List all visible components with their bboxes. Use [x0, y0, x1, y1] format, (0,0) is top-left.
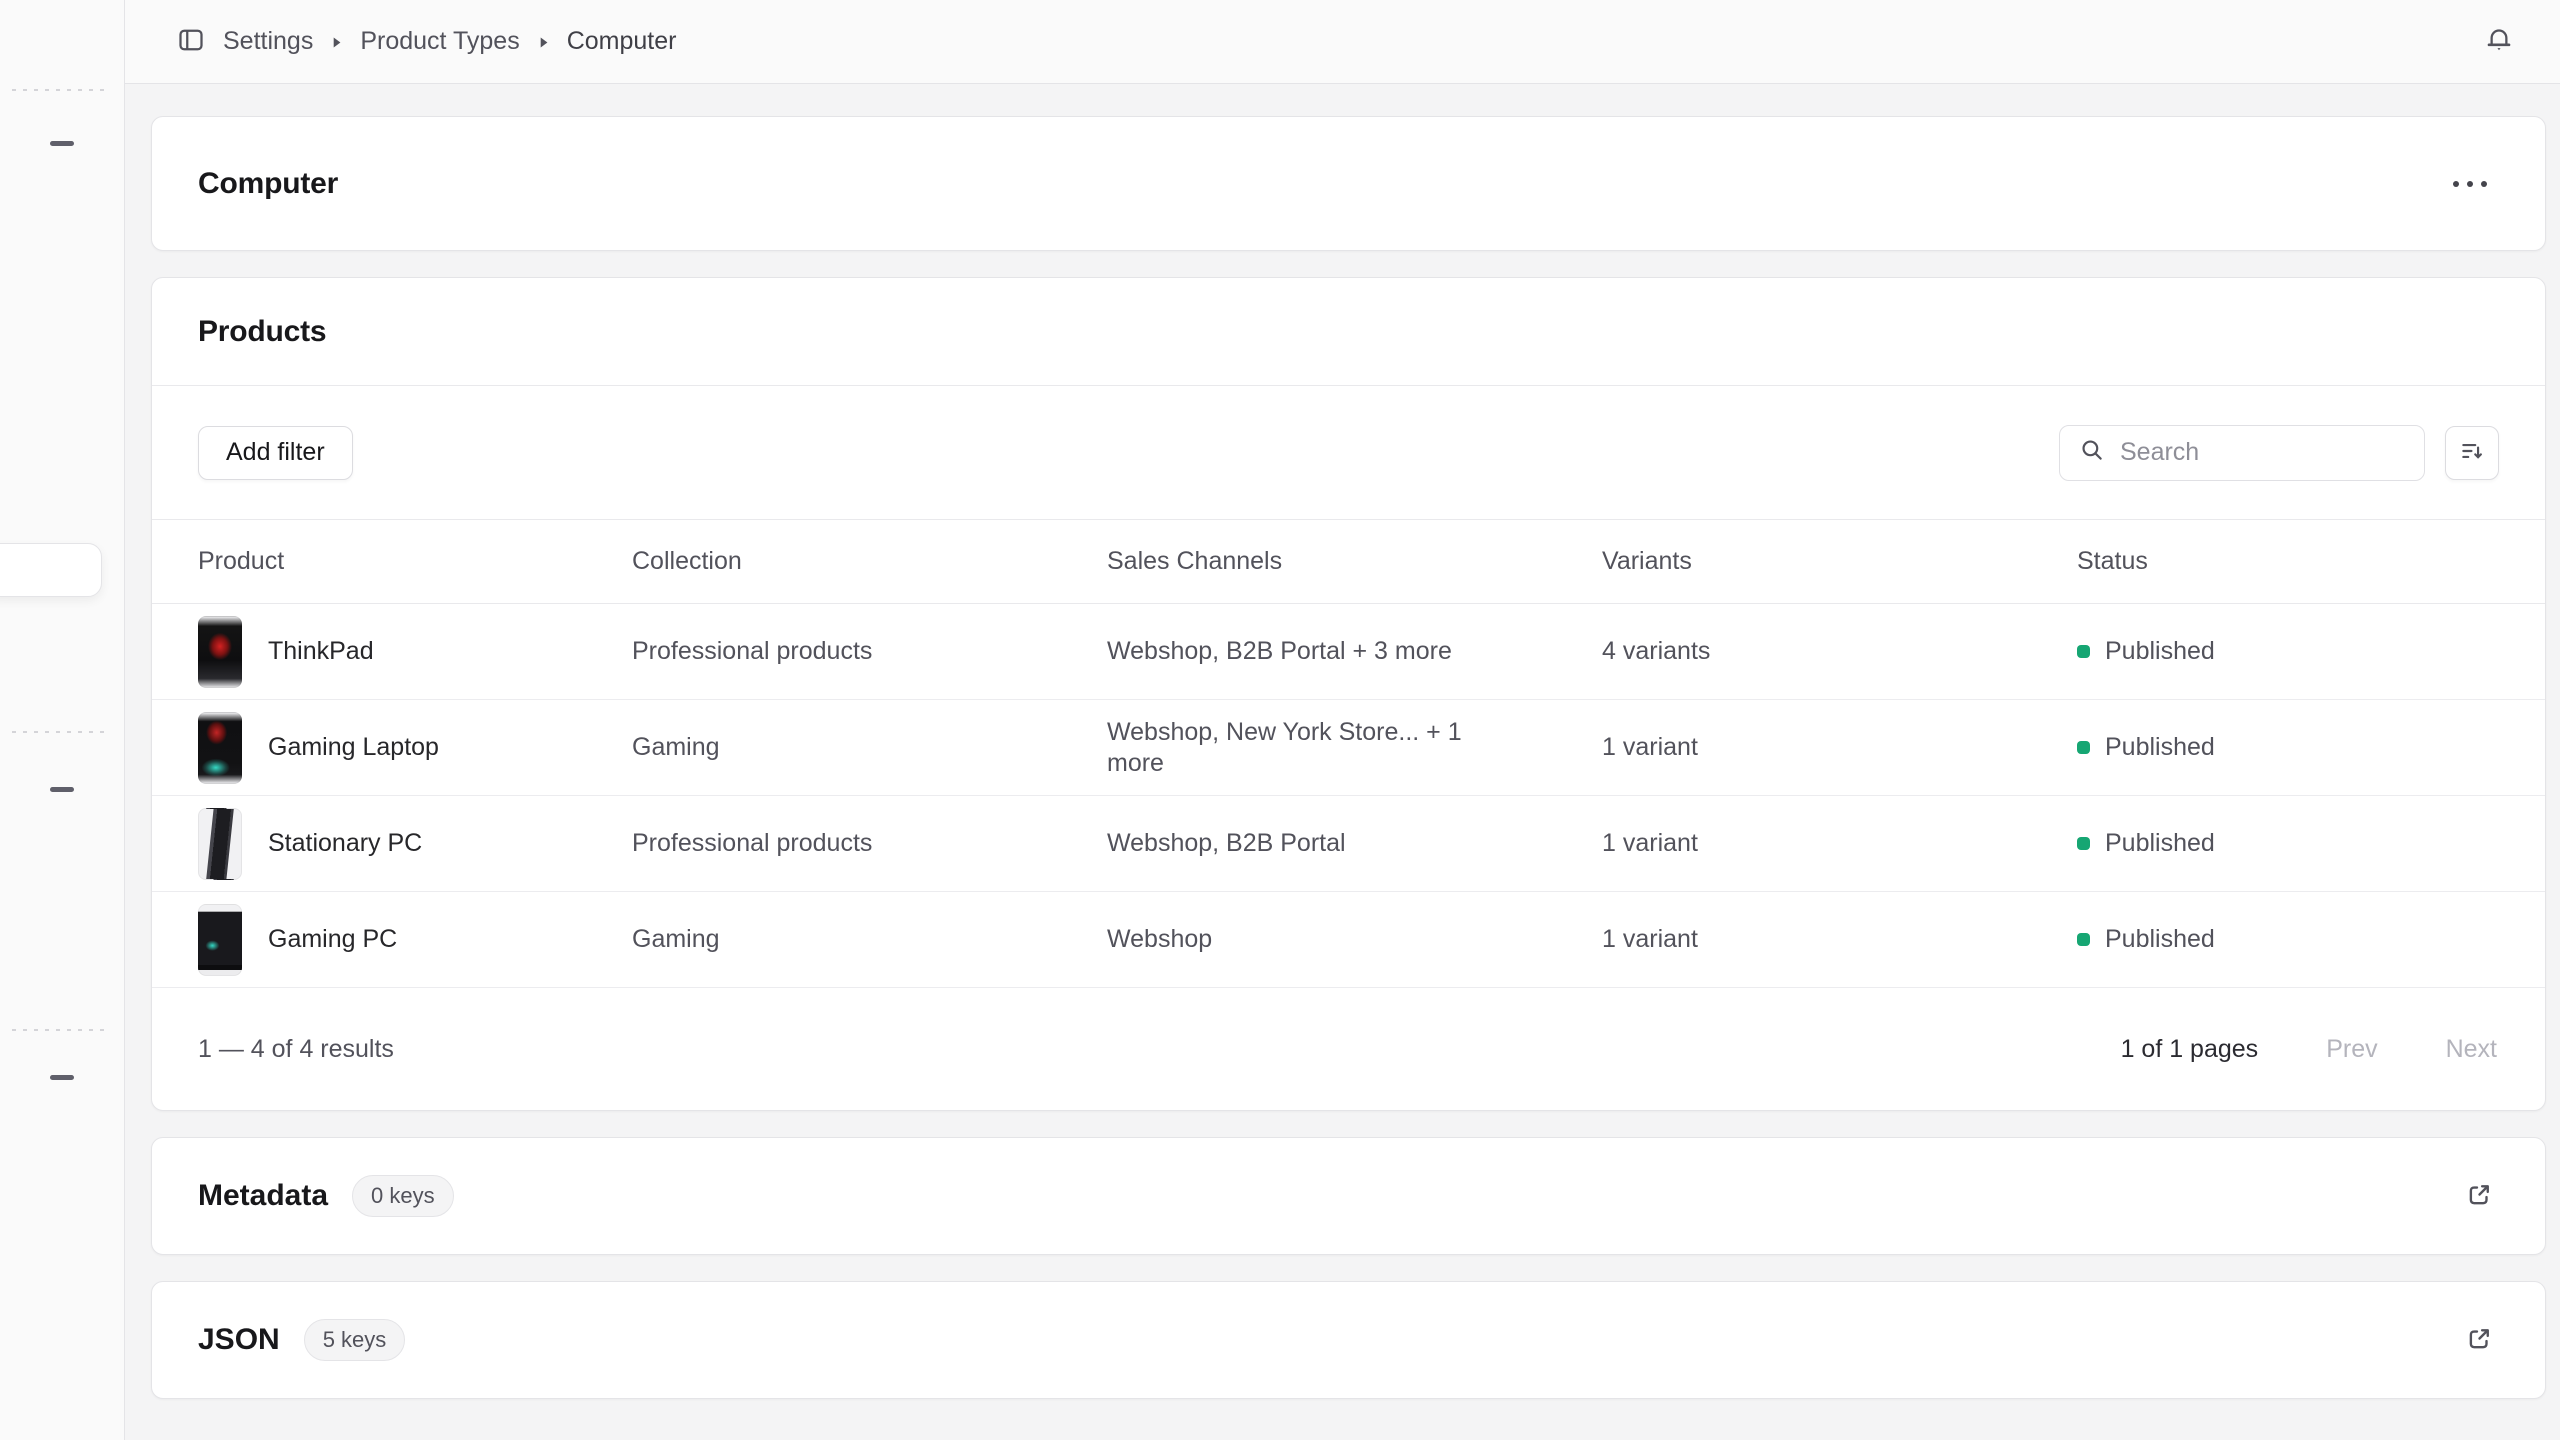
status-dot — [2077, 933, 2090, 946]
status-cell: Published — [2077, 733, 2499, 762]
product-name: Gaming Laptop — [268, 733, 439, 762]
column-header-product: Product — [198, 547, 632, 576]
product-thumbnail — [198, 904, 242, 976]
json-title: JSON — [198, 1323, 280, 1357]
variants-cell: 1 variant — [1602, 733, 2077, 762]
json-card: JSON 5 keys — [151, 1281, 2546, 1399]
column-header-status: Status — [2077, 547, 2499, 576]
product-cell: Gaming PC — [198, 904, 632, 976]
toolbar-right — [2059, 425, 2499, 481]
products-card: Products Add filter — [151, 277, 2546, 1111]
table-row[interactable]: Gaming PC Gaming Webshop 1 variant Publi… — [152, 892, 2545, 988]
metadata-card: Metadata 0 keys — [151, 1137, 2546, 1255]
products-header: Products — [152, 278, 2545, 386]
next-page-button[interactable]: Next — [2446, 1035, 2497, 1064]
external-link-icon — [2464, 1324, 2494, 1357]
sidebar-collapsed-item — [50, 1075, 74, 1080]
sidebar-collapsed — [0, 0, 125, 1440]
sales-channels-cell: Webshop, B2B Portal + 3 more — [1107, 636, 1517, 667]
status-cell: Published — [2077, 829, 2499, 858]
column-header-collection: Collection — [632, 547, 1107, 576]
table-row[interactable]: Gaming Laptop Gaming Webshop, New York S… — [152, 700, 2545, 796]
status-label: Published — [2105, 637, 2215, 666]
variants-cell: 1 variant — [1602, 829, 2077, 858]
product-cell: Stationary PC — [198, 808, 632, 880]
variants-cell: 4 variants — [1602, 637, 2077, 666]
search-box[interactable] — [2059, 425, 2425, 481]
view-json-button[interactable] — [2457, 1318, 2501, 1362]
status-cell: Published — [2077, 637, 2499, 666]
json-keys-badge: 5 keys — [304, 1319, 406, 1361]
sidebar-divider — [12, 731, 110, 733]
search-icon — [2079, 437, 2105, 468]
table-header-row: Product Collection Sales Channels Varian… — [152, 520, 2545, 604]
prev-page-button[interactable]: Prev — [2326, 1035, 2377, 1064]
external-link-icon — [2464, 1180, 2494, 1213]
product-name: ThinkPad — [268, 637, 374, 666]
product-thumbnail — [198, 616, 242, 688]
bell-icon — [2482, 23, 2516, 60]
main-area: Settings Product Types Computer — [125, 0, 2560, 1440]
search-input[interactable] — [2120, 438, 2405, 467]
pagination-controls: 1 of 1 pages Prev Next — [2121, 1035, 2497, 1064]
breadcrumb-current: Computer — [567, 27, 677, 56]
sidebar-collapsed-item — [50, 141, 74, 146]
status-label: Published — [2105, 829, 2215, 858]
column-header-sales-channels: Sales Channels — [1107, 547, 1602, 576]
product-cell: ThinkPad — [198, 616, 632, 688]
breadcrumb-separator-icon — [537, 27, 550, 56]
add-filter-button[interactable]: Add filter — [198, 426, 353, 480]
sort-button[interactable] — [2445, 426, 2499, 480]
sales-channels-cell: Webshop, B2B Portal — [1107, 828, 1517, 859]
edit-metadata-button[interactable] — [2457, 1174, 2501, 1218]
product-type-card: Computer — [151, 116, 2546, 251]
products-toolbar: Add filter — [152, 386, 2545, 520]
product-thumbnail — [198, 712, 242, 784]
product-thumbnail — [198, 808, 242, 880]
actions-menu-button[interactable] — [2441, 169, 2499, 199]
breadcrumb-settings[interactable]: Settings — [223, 27, 313, 56]
column-header-variants: Variants — [1602, 547, 2077, 576]
product-cell: Gaming Laptop — [198, 712, 632, 784]
sidebar-popover — [0, 543, 102, 597]
app-shell: Settings Product Types Computer — [0, 0, 2560, 1440]
results-count: 1 — 4 of 4 results — [198, 1035, 394, 1064]
notifications-button[interactable] — [2476, 19, 2522, 65]
sidebar-divider — [12, 89, 110, 91]
sales-channels-cell: Webshop, New York Store... + 1 more — [1107, 717, 1517, 778]
panel-left-icon — [176, 25, 206, 58]
collection-cell: Gaming — [632, 733, 1107, 762]
products-title: Products — [198, 315, 326, 349]
page-count: 1 of 1 pages — [2121, 1035, 2259, 1064]
topbar: Settings Product Types Computer — [125, 0, 2560, 84]
sort-descending-icon — [2459, 438, 2485, 467]
page-title: Computer — [198, 167, 338, 201]
breadcrumb-separator-icon — [330, 27, 343, 56]
status-cell: Published — [2077, 925, 2499, 954]
status-dot — [2077, 837, 2090, 850]
sales-channels-cell: Webshop — [1107, 924, 1517, 955]
sidebar-divider — [12, 1029, 110, 1031]
collection-cell: Gaming — [632, 925, 1107, 954]
table-pagination: 1 — 4 of 4 results 1 of 1 pages Prev Nex… — [152, 988, 2545, 1110]
sidebar-toggle-button[interactable] — [169, 20, 213, 64]
metadata-title: Metadata — [198, 1179, 328, 1213]
status-dot — [2077, 741, 2090, 754]
status-dot — [2077, 645, 2090, 658]
sidebar-collapsed-item — [50, 787, 74, 792]
product-name: Stationary PC — [268, 829, 422, 858]
collection-cell: Professional products — [632, 637, 1107, 666]
breadcrumb: Settings Product Types Computer — [223, 27, 676, 56]
collection-cell: Professional products — [632, 829, 1107, 858]
status-label: Published — [2105, 733, 2215, 762]
table-row[interactable]: ThinkPad Professional products Webshop, … — [152, 604, 2545, 700]
ellipsis-icon — [2453, 181, 2459, 187]
table-row[interactable]: Stationary PC Professional products Webs… — [152, 796, 2545, 892]
status-label: Published — [2105, 925, 2215, 954]
variants-cell: 1 variant — [1602, 925, 2077, 954]
metadata-keys-badge: 0 keys — [352, 1175, 454, 1217]
product-name: Gaming PC — [268, 925, 397, 954]
page-content: Computer Products Add filter — [125, 84, 2560, 1440]
breadcrumb-product-types[interactable]: Product Types — [360, 27, 519, 56]
